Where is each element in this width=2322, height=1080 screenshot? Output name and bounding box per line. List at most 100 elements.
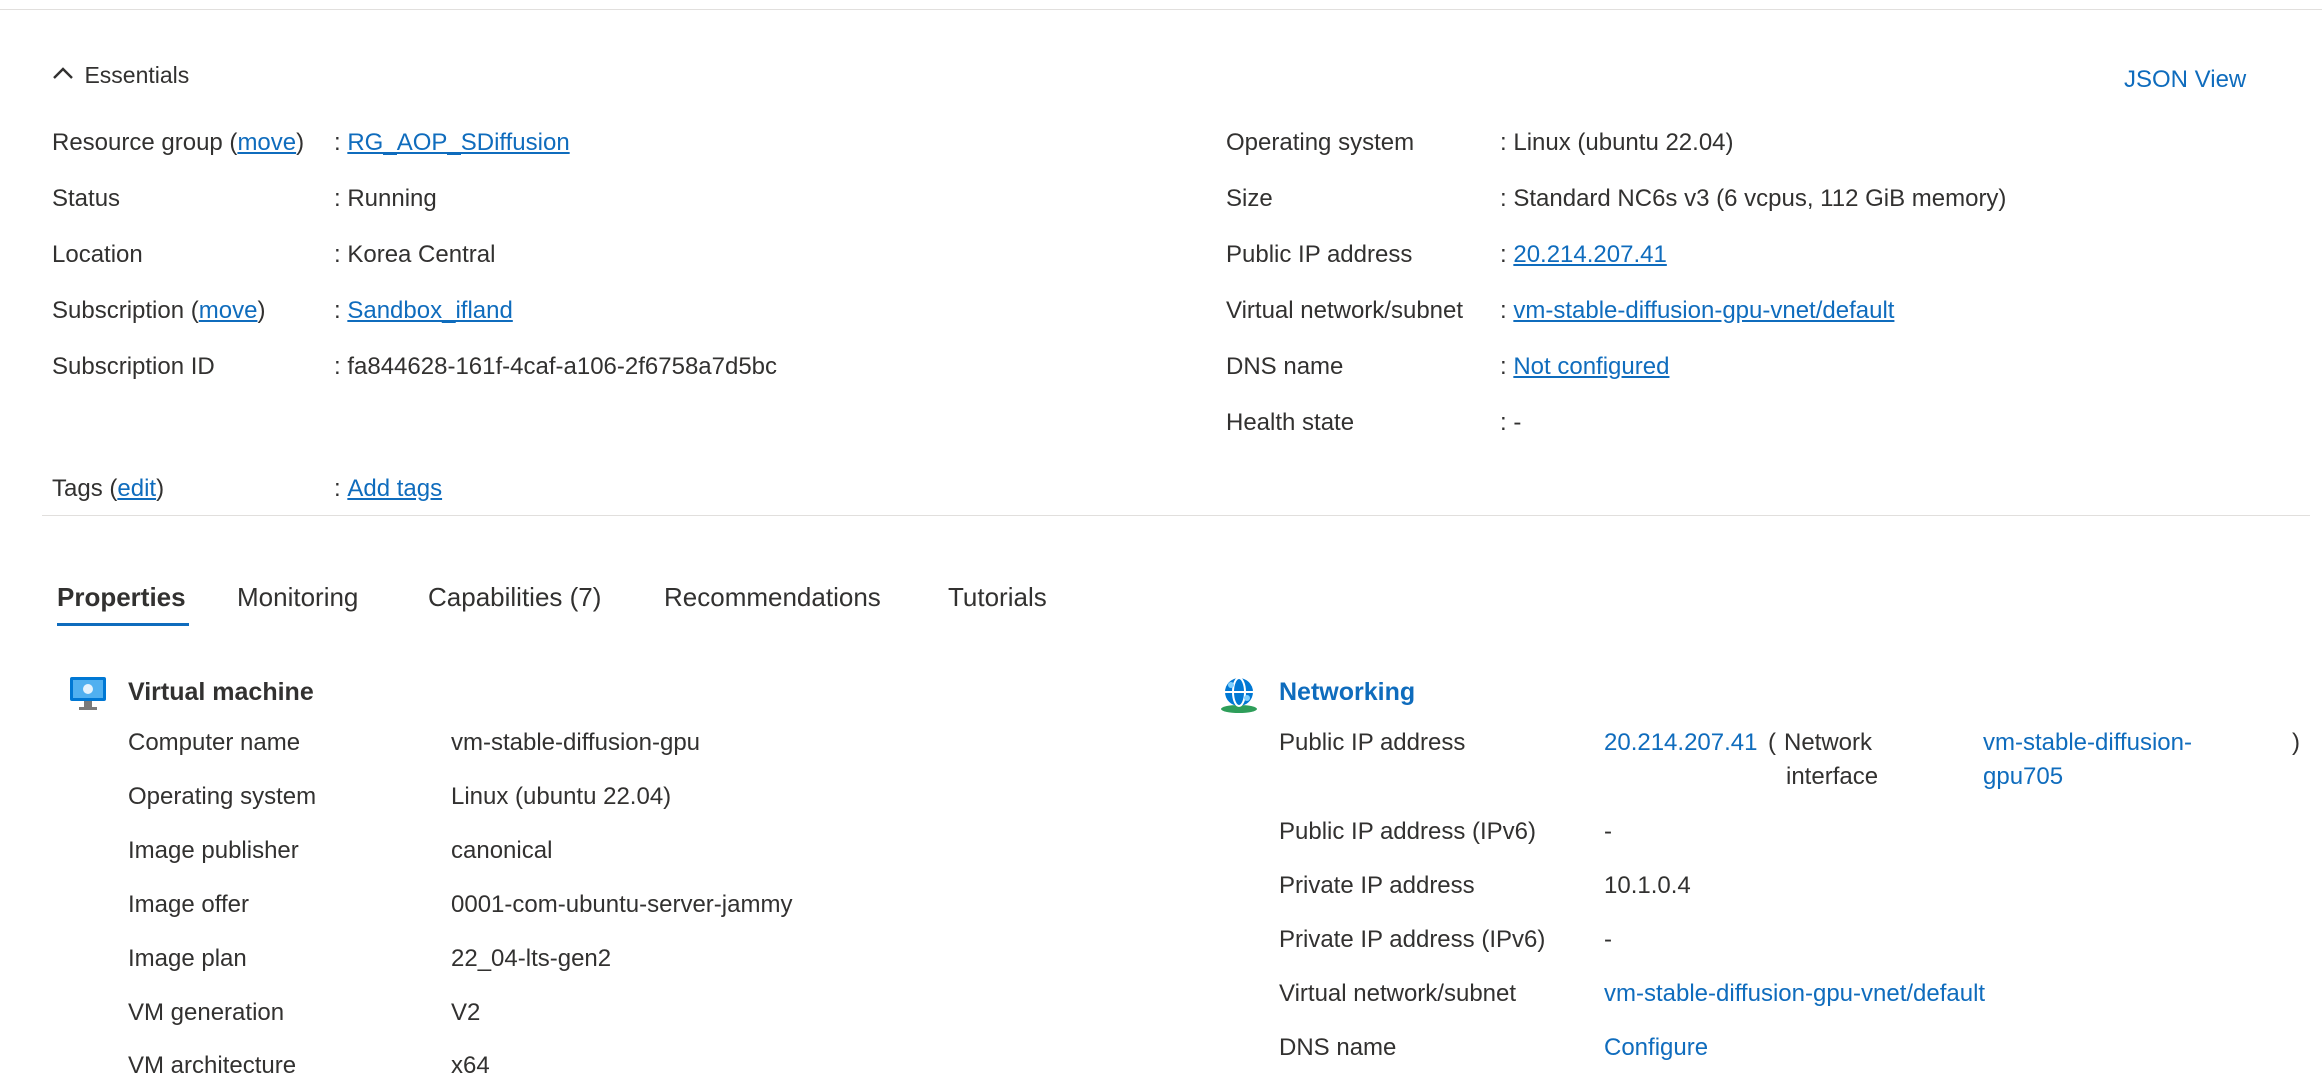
location-value: : Korea Central (334, 241, 495, 269)
essentials-toggle[interactable]: Essentials (52, 62, 189, 89)
subscription-value: : Sandbox_ifland (334, 297, 513, 325)
health-text: - (1513, 409, 1522, 436)
location-label: Location (52, 241, 143, 268)
tab-properties[interactable]: Properties (57, 582, 186, 613)
tab-recommendations[interactable]: Recommendations (664, 582, 881, 613)
chevron-up-icon (52, 65, 74, 86)
separator: : (334, 353, 341, 380)
separator: : (1500, 409, 1507, 436)
status-value: : Running (334, 185, 437, 213)
vm-computer-name-label: Computer name (128, 729, 301, 756)
net-network-interface-label-1: Network (1784, 729, 1873, 756)
net-public-ipv6-value: - (1604, 818, 1612, 845)
net-public-ipv6-label: Public IP address (IPv6) (1279, 818, 1537, 845)
resource-group-link[interactable]: RG_AOP_SDiffusion (347, 129, 569, 156)
vnet-value: : vm-stable-diffusion-gpu-vnet/default (1500, 297, 1894, 325)
separator: : (1500, 353, 1507, 380)
resource-group-move-link[interactable]: move (237, 129, 296, 156)
net-network-interface-link-1[interactable]: vm-stable-diffusion- (1983, 729, 2192, 757)
separator: : (334, 241, 341, 268)
separator: : (334, 475, 341, 502)
net-network-interface-link-2[interactable]: gpu705 (1983, 763, 2063, 791)
net-dns-label: DNS name (1279, 1034, 1397, 1061)
vm-image-plan-value: 22_04-lts-gen2 (451, 945, 612, 972)
net-network-interface-label-2: interface (1786, 763, 1879, 790)
separator: : (334, 297, 341, 324)
vm-image-plan-label: Image plan (128, 945, 247, 972)
dns-value: : Not configured (1500, 353, 1669, 381)
vm-image-offer-value: 0001-com-ubuntu-server-jammy (451, 891, 793, 918)
vm-generation-label: VM generation (128, 999, 285, 1026)
status-label: Status (52, 185, 121, 212)
status-text: Running (347, 185, 437, 212)
separator: : (1500, 241, 1507, 268)
add-tags-link[interactable]: Add tags (347, 475, 442, 502)
net-private-ipv6-value: - (1604, 926, 1612, 953)
size-value: : Standard NC6s v3 (6 vcpus, 112 GiB mem… (1500, 185, 2006, 213)
vnet-link[interactable]: vm-stable-diffusion-gpu-vnet/default (1513, 297, 1894, 324)
tags-label-text: Tags (52, 475, 103, 502)
tab-capabilities[interactable]: Capabilities (7) (428, 582, 601, 613)
dns-label: DNS name (1226, 353, 1344, 380)
public-ip-label: Public IP address (1226, 241, 1413, 268)
separator: : (334, 185, 341, 212)
vm-os-label: Operating system (128, 783, 317, 810)
essentials-divider (42, 515, 2310, 516)
resource-group-label-text: Resource group (52, 129, 223, 156)
essentials-title: Essentials (84, 62, 190, 88)
health-value: : - (1500, 409, 1521, 437)
net-public-ip-label: Public IP address (1279, 729, 1466, 756)
health-label: Health state (1226, 409, 1355, 436)
subscription-move-link[interactable]: move (199, 297, 258, 324)
vm-architecture-value: x64 (451, 1052, 490, 1079)
tags-label: Tags (edit) (52, 475, 165, 502)
vm-image-publisher-label: Image publisher (128, 837, 299, 864)
net-vnet-link[interactable]: vm-stable-diffusion-gpu-vnet/default (1604, 980, 1985, 1008)
location-text: Korea Central (347, 241, 496, 268)
net-private-ip-label: Private IP address (1279, 872, 1475, 899)
tab-tutorials[interactable]: Tutorials (948, 582, 1047, 613)
tags-edit-link[interactable]: edit (117, 475, 156, 502)
size-label: Size (1226, 185, 1273, 212)
subscription-id-label: Subscription ID (52, 353, 215, 380)
public-ip-value: : 20.214.207.41 (1500, 241, 1667, 269)
globe-network-icon (1218, 676, 1260, 719)
subscription-id-value: : fa844628-161f-4caf-a106-2f6758a7d5bc (334, 353, 777, 381)
subscription-id-text: fa844628-161f-4caf-a106-2f6758a7d5bc (347, 353, 778, 380)
net-public-ip-link[interactable]: 20.214.207.41 (1604, 729, 1757, 757)
net-paren-open: ( (1768, 729, 1776, 756)
resource-group-label: Resource group (move) (52, 129, 305, 156)
net-dns-configure-link[interactable]: Configure (1604, 1034, 1708, 1062)
separator: : (334, 129, 341, 156)
vm-generation-value: V2 (451, 999, 481, 1026)
vm-image-offer-label: Image offer (128, 891, 249, 918)
top-border (0, 9, 2322, 10)
vnet-label: Virtual network/subnet (1226, 297, 1464, 324)
os-value: : Linux (ubuntu 22.04) (1500, 129, 1734, 157)
subscription-label-text: Subscription (52, 297, 185, 324)
separator: : (1500, 185, 1507, 212)
net-private-ipv6-label: Private IP address (IPv6) (1279, 926, 1546, 953)
dns-link[interactable]: Not configured (1513, 353, 1669, 380)
subscription-label: Subscription (move) (52, 297, 266, 324)
separator: : (1500, 297, 1507, 324)
os-label: Operating system (1226, 129, 1415, 156)
resource-group-value: : RG_AOP_SDiffusion (334, 129, 570, 157)
active-tab-indicator (57, 623, 189, 626)
vm-os-value: Linux (ubuntu 22.04) (451, 783, 672, 810)
net-paren-close: ) (2292, 729, 2300, 756)
vm-section-title: Virtual machine (128, 678, 314, 706)
public-ip-link[interactable]: 20.214.207.41 (1513, 241, 1666, 268)
networking-section-title[interactable]: Networking (1279, 678, 1415, 707)
vm-computer-name-value: vm-stable-diffusion-gpu (451, 729, 701, 756)
vm-image-publisher-value: canonical (451, 837, 553, 864)
monitor-icon (68, 676, 108, 717)
subscription-link[interactable]: Sandbox_ifland (347, 297, 512, 324)
os-text: Linux (ubuntu 22.04) (1513, 129, 1734, 156)
json-view-link[interactable]: JSON View (2124, 66, 2246, 94)
size-text: Standard NC6s v3 (6 vcpus, 112 GiB memor… (1513, 185, 2007, 212)
tab-monitoring[interactable]: Monitoring (237, 582, 358, 613)
net-vnet-label: Virtual network/subnet (1279, 980, 1517, 1007)
vm-architecture-label: VM architecture (128, 1052, 297, 1079)
separator: : (1500, 129, 1507, 156)
